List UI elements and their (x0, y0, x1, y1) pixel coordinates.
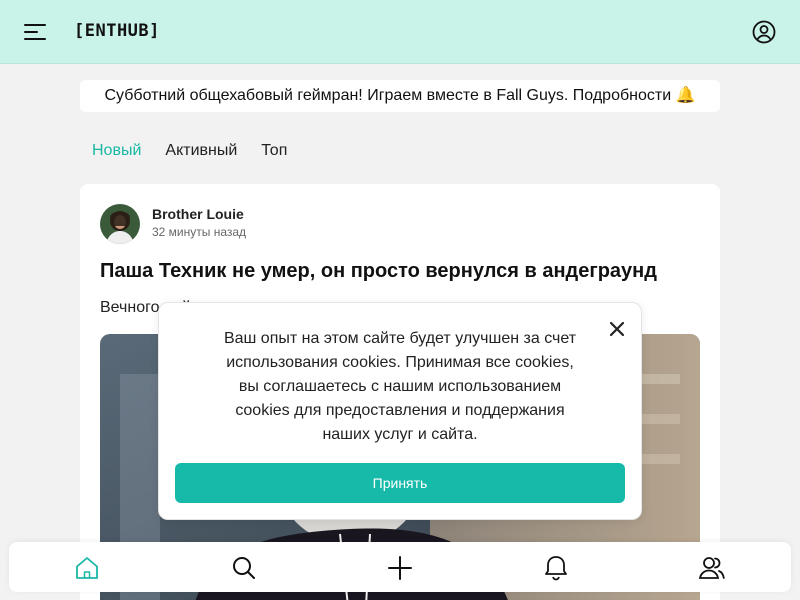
user-circle-icon[interactable] (752, 20, 776, 44)
tab-active[interactable]: Активный (165, 142, 237, 162)
author-name[interactable]: Brother Louie (152, 206, 244, 222)
home-icon[interactable] (73, 554, 101, 582)
post-title[interactable]: Паша Техник не умер, он просто вернулся … (100, 260, 657, 283)
announcement-banner[interactable]: Субботний общехабовый геймран! Играем вм… (80, 80, 720, 112)
users-icon[interactable] (698, 554, 726, 582)
post-timestamp: 32 минуты назад (152, 225, 247, 239)
bottom-navigation (9, 542, 791, 592)
avatar[interactable] (100, 204, 140, 244)
top-header: [ENTHUB] (0, 0, 800, 64)
tab-new[interactable]: Новый (92, 142, 141, 162)
feed-tabs: Новый Активный Топ (92, 142, 287, 162)
search-icon[interactable] (230, 554, 258, 582)
close-icon[interactable] (608, 320, 626, 338)
cookie-consent-dialog: Ваш опыт на этом сайте будет улучшен за … (158, 302, 642, 520)
tab-top[interactable]: Топ (261, 142, 287, 162)
accept-cookies-button[interactable]: Принять (175, 463, 625, 503)
cookie-message: Ваш опыт на этом сайте будет улучшен за … (223, 330, 577, 443)
bell-icon[interactable] (542, 554, 570, 582)
plus-icon[interactable] (386, 554, 414, 582)
hamburger-menu-icon[interactable] (24, 22, 46, 42)
site-logo[interactable]: [ENTHUB] (74, 21, 160, 41)
